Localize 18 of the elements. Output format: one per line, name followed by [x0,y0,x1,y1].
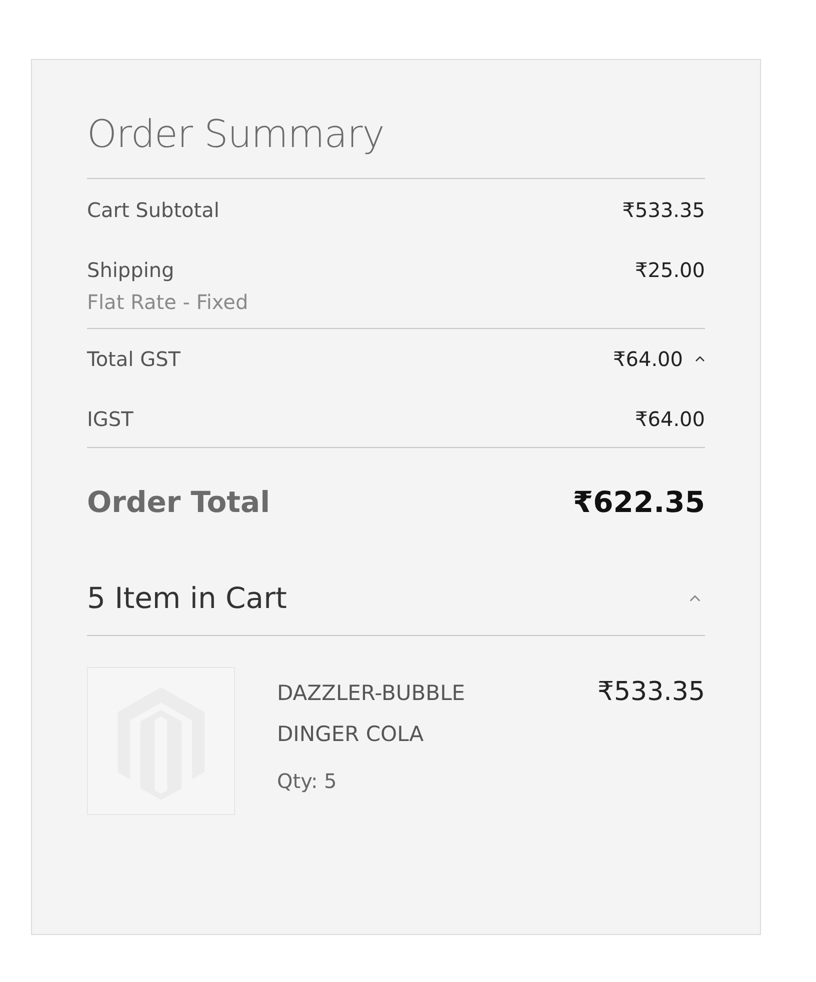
order-total-value: ₹622.35 [572,485,705,519]
tax-label: Total GST [87,347,180,371]
summary-title: Order Summary [87,60,705,179]
tax-toggle[interactable]: ₹64.00 [613,347,705,371]
caret-icon [689,594,701,602]
product-name: DAZZLER-BUBBLE DINGER COLA [277,680,466,748]
product-price: ₹533.35 [597,677,705,707]
shipping-label: Shipping [87,258,176,282]
subtotal-value: ₹533.35 [622,198,705,222]
subtotal-label: Cart Subtotal [87,198,220,222]
shipping-value: ₹25.00 [635,258,705,282]
order-total-label: Order Total [87,485,270,519]
shipping-method: Flat Rate - Fixed [87,290,248,314]
product-quantity: Qty: 5 [277,769,338,793]
caret-icon [695,356,705,362]
cart-toggle[interactable]: 5 Item in Cart [87,519,705,636]
tax-detail-label: IGST [87,407,134,431]
tax-detail-value: ₹64.00 [635,407,705,431]
